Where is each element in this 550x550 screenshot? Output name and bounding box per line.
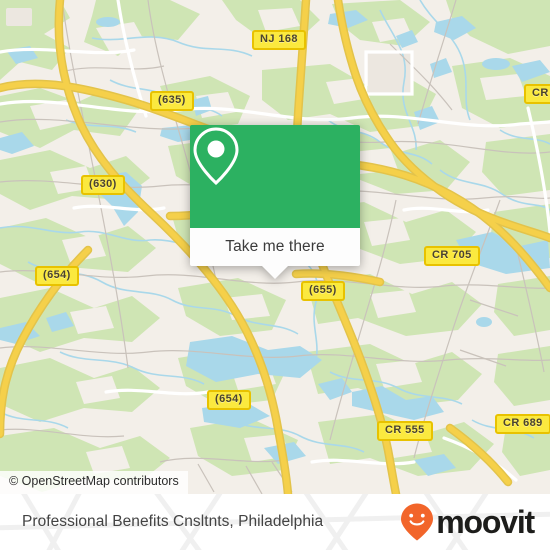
take-me-there-label: Take me there [225, 238, 325, 255]
footer-bar: Professional Benefits Cnsltnts, Philadel… [0, 494, 550, 550]
place-title: Professional Benefits Cnsltnts, Philadel… [22, 513, 324, 530]
moovit-place-map-screenshot: NJ 168 (635) (630) (654) CR 705 (655) (6… [0, 0, 550, 550]
popup-pointer [262, 266, 288, 279]
popup-header [190, 125, 360, 228]
popup-action-bar[interactable]: Take me there [190, 228, 360, 279]
road-shield-635: (635) [150, 91, 194, 111]
road-shield-cr-edge: CR [524, 84, 550, 104]
road-shield-cr555: CR 555 [377, 421, 433, 441]
road-shield-cr689: CR 689 [495, 414, 550, 434]
moovit-brand[interactable]: moovit [399, 502, 535, 542]
road-shield-654-south: (654) [207, 390, 251, 410]
road-shield-655: (655) [301, 281, 345, 301]
place-popup-card[interactable]: Take me there [190, 125, 360, 279]
osm-attribution[interactable]: © OpenStreetMap contributors [0, 471, 188, 494]
moovit-wordmark: moovit [436, 504, 535, 540]
road-shield-nj168: NJ 168 [252, 30, 306, 50]
map-pin-icon [193, 127, 239, 186]
road-shield-654-north: (654) [35, 266, 79, 286]
road-shield-cr705: CR 705 [424, 246, 480, 266]
map-canvas[interactable]: NJ 168 (635) (630) (654) CR 705 (655) (6… [0, 0, 550, 494]
moovit-smiley-pin-icon [401, 503, 434, 541]
road-shield-630: (630) [81, 175, 125, 195]
